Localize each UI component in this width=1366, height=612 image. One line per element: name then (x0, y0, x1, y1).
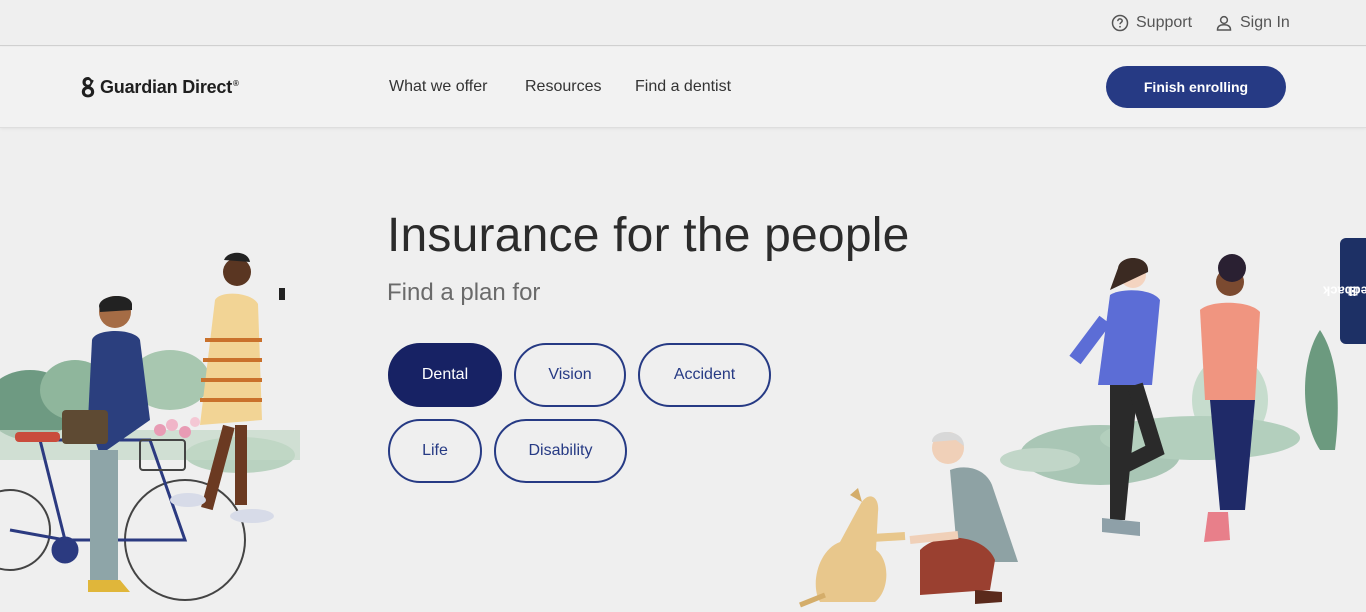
support-label: Support (1136, 14, 1193, 31)
person-icon (1216, 15, 1232, 31)
bike-seat (15, 432, 60, 442)
nav-find-a-dentist[interactable]: Find a dentist (635, 78, 731, 96)
right-trees (1000, 330, 1338, 485)
support-link[interactable]: Support (1111, 13, 1192, 33)
right-illustration (799, 254, 1338, 608)
feedback-tab[interactable]: ⊡ Feedback (1323, 238, 1366, 344)
hero-subtitle: Find a plan for (387, 279, 541, 306)
logo[interactable]: Guardian Direct® (80, 74, 239, 100)
main-nav: Guardian Direct® What we offer Resources… (0, 47, 1366, 128)
logo-text: Guardian Direct® (100, 76, 239, 97)
signin-label: Sign In (1240, 14, 1290, 31)
left-illustration (0, 252, 300, 601)
finish-enrolling-button[interactable]: Finish enrolling (1106, 66, 1286, 108)
guardian-g-icon (81, 77, 95, 98)
plan-accident-button[interactable]: Accident (638, 343, 771, 407)
plan-vision-button[interactable]: Vision (514, 343, 626, 407)
nav-what-we-offer[interactable]: What we offer (389, 78, 487, 96)
signin-link[interactable]: Sign In (1215, 13, 1290, 33)
nav-resources[interactable]: Resources (525, 78, 601, 96)
utility-bar: Support Sign In (0, 0, 1366, 46)
plan-life-button[interactable]: Life (388, 419, 482, 483)
woman-stretching (1069, 257, 1165, 536)
plan-disability-button[interactable]: Disability (494, 419, 627, 483)
dog (799, 488, 906, 608)
woman-in-pink-jacket (1200, 254, 1260, 542)
plan-dental-button[interactable]: Dental (388, 343, 502, 407)
question-circle-icon (1111, 14, 1129, 32)
